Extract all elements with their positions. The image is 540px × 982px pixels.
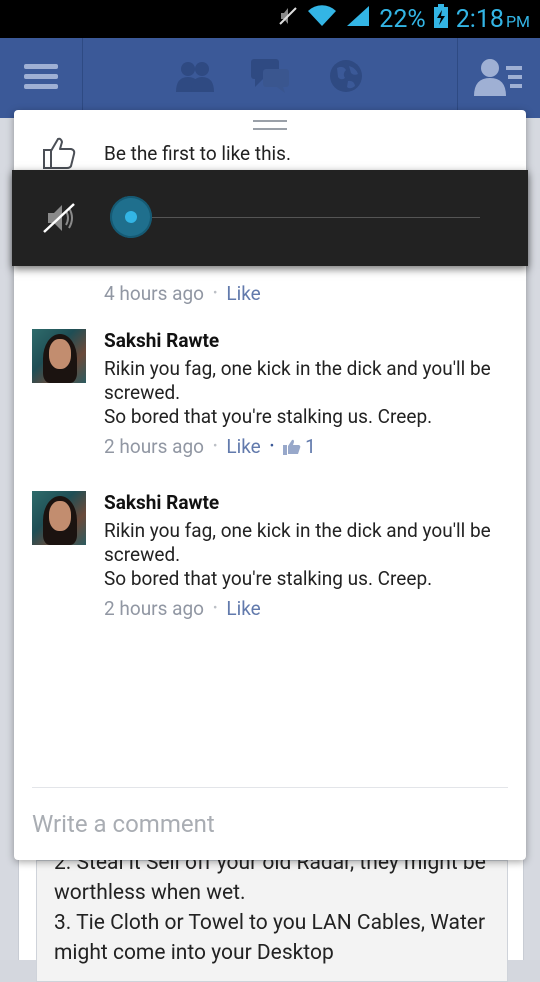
comment-meta: 4 hours ago • Like <box>104 282 514 306</box>
clock: 2:18 PM <box>456 5 530 34</box>
comment-text: Rikin you fag, one kick in the dick and … <box>104 357 491 428</box>
menu-icon <box>24 62 58 94</box>
like-count-thumb-icon <box>283 439 301 455</box>
signal-icon <box>345 5 371 34</box>
clock-ampm: PM <box>505 11 530 31</box>
globe-icon <box>329 59 363 97</box>
status-icons: 22% 2:18 PM <box>277 0 530 38</box>
meta-separator: • <box>212 601 218 616</box>
clock-time: 2:18 <box>455 4 504 34</box>
comment-time: 2 hours ago <box>104 435 204 458</box>
notifications-button[interactable] <box>324 38 368 118</box>
meta-separator: • <box>212 286 218 301</box>
commenter-name[interactable]: Sakshi Rawte <box>104 491 514 515</box>
menu-button[interactable] <box>0 38 82 118</box>
like-link[interactable]: Like <box>226 597 260 621</box>
avatar[interactable] <box>32 329 86 383</box>
background-post-text: 2. Steal it Sell off your old Radar, the… <box>54 851 486 965</box>
like-link[interactable]: Like <box>226 282 260 306</box>
comment-meta: 2 hours ago • Like <box>104 597 514 621</box>
comment-text: Rikin you fag, one kick in the dick and … <box>104 519 491 590</box>
like-link[interactable]: Like <box>226 435 260 459</box>
status-bar: 22% 2:18 PM <box>0 0 540 38</box>
friends-icon <box>175 59 215 97</box>
messages-button[interactable] <box>248 38 292 118</box>
meta-separator: • <box>212 439 218 454</box>
friend-requests-button[interactable] <box>170 38 220 118</box>
comment-meta: 2 hours ago • Like • 1 <box>104 435 514 459</box>
volume-slider-track[interactable] <box>130 217 480 218</box>
messages-icon <box>251 59 289 97</box>
commenter-name[interactable]: Sakshi Rawte <box>104 329 514 353</box>
battery-charging-icon <box>433 3 448 35</box>
like-count-value: 1 <box>305 435 316 458</box>
meta-separator: • <box>269 439 275 454</box>
volume-slider-thumb[interactable] <box>110 196 152 238</box>
contacts-button[interactable] <box>458 38 540 118</box>
speaker-muted-icon[interactable] <box>42 200 78 240</box>
like-thumb-icon <box>42 136 76 174</box>
avatar[interactable] <box>32 491 86 545</box>
like-banner-text: Be the first to like this. <box>104 142 291 165</box>
volume-panel <box>12 170 528 266</box>
wifi-icon <box>307 4 337 34</box>
comment-time: 2 hours ago <box>104 597 204 620</box>
contacts-icon <box>474 56 524 100</box>
like-count[interactable]: 1 <box>283 435 316 459</box>
battery-percent: 22% <box>379 4 426 34</box>
top-navbar <box>0 38 540 119</box>
comment-input[interactable]: Write a comment <box>32 810 215 838</box>
vibrate-mute-icon <box>277 5 299 34</box>
composer-divider <box>32 787 508 788</box>
drag-handle[interactable] <box>253 120 287 130</box>
comment-time: 4 hours ago <box>104 282 204 305</box>
